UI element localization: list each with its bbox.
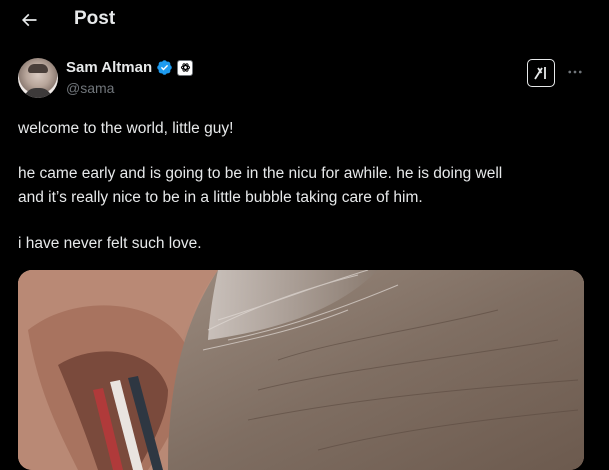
avatar[interactable] [18,58,58,98]
grok-icon [534,67,546,80]
tweet-text-line: he came early and is going to be in the … [18,165,503,182]
openai-logo-icon[interactable] [177,59,194,76]
author-handle[interactable]: @sama [66,80,114,96]
arrow-left-icon [21,13,37,27]
tweet-photo[interactable] [18,270,584,470]
verified-badge-icon [157,60,172,75]
more-options-button[interactable] [563,60,587,84]
page-title: Post [74,8,116,29]
tweet-text-line: i have never felt such love. [18,235,202,252]
tweet-text-line: and it’s really nice to be in a little b… [18,189,423,206]
back-button[interactable] [14,5,44,35]
header-bar: Post [0,0,609,40]
tweet-text-line: welcome to the world, little guy! [18,120,234,137]
photo-image [18,270,584,470]
more-horizontal-icon [568,70,582,74]
grok-button[interactable] [527,59,555,87]
author-display-name[interactable]: Sam Altman [66,59,152,76]
author-name-row: Sam Altman [66,59,194,76]
